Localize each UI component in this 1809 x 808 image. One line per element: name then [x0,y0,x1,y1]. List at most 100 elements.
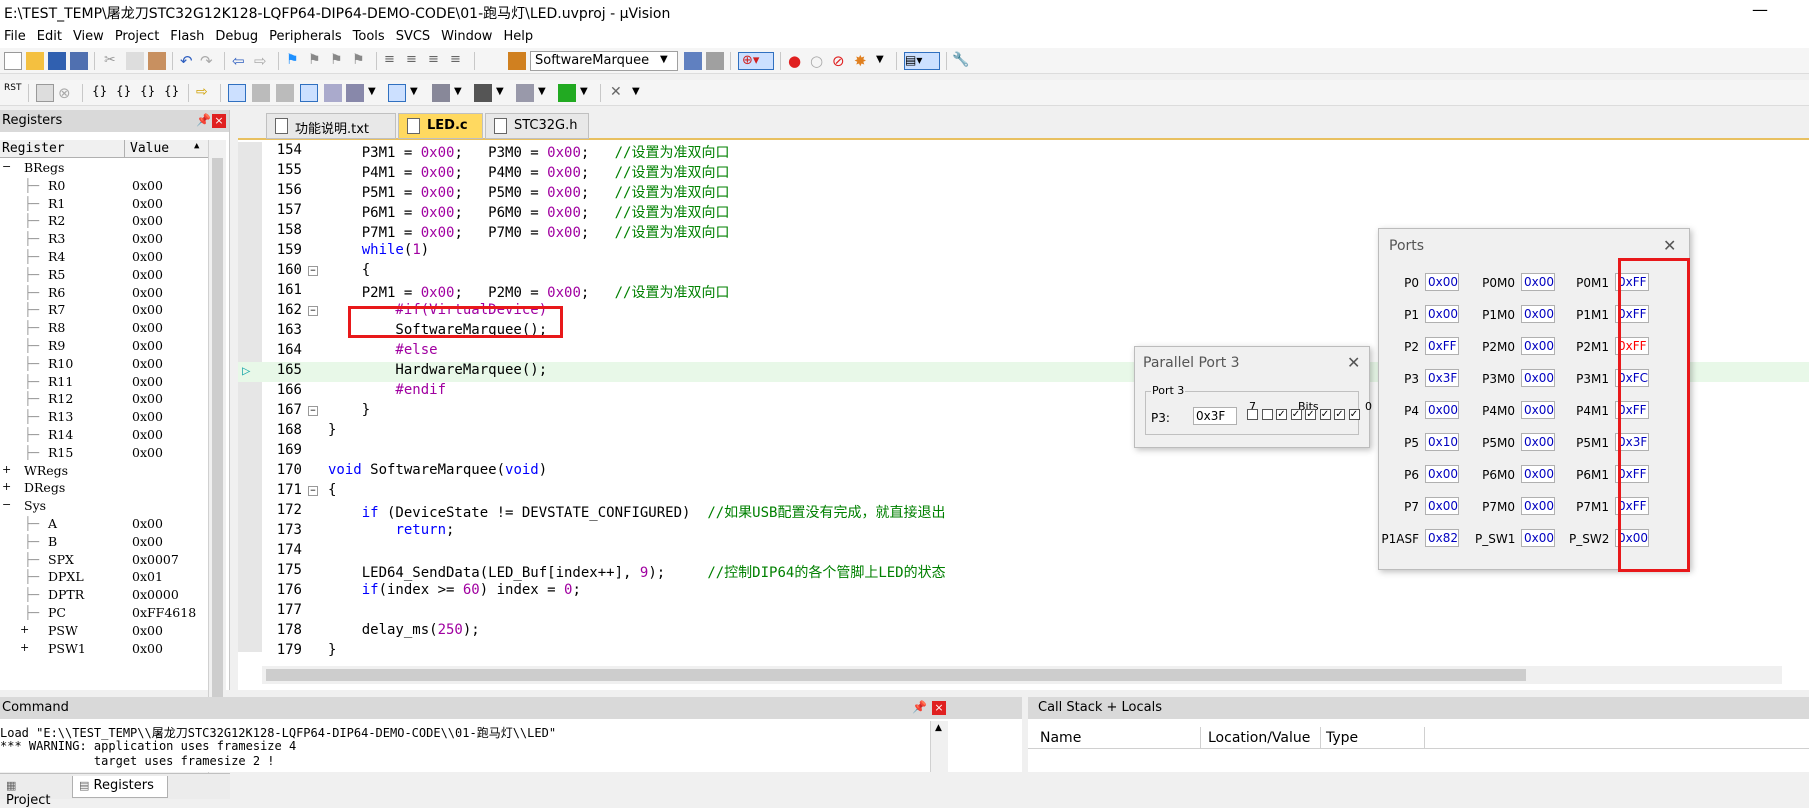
trace-window-icon[interactable] [516,84,534,102]
port-value-input[interactable]: 0x00 [1521,433,1555,451]
tab-project[interactable]: ▦ Project [0,776,70,808]
register-value[interactable]: 0x0007 [132,552,179,567]
target-select[interactable]: SoftwareMarquee [530,51,678,71]
register-row[interactable]: ├─ R0 0x00 [0,178,210,195]
register-value[interactable]: 0x01 [132,569,163,584]
expand-icon[interactable]: + [20,623,29,636]
open-folder-icon[interactable] [26,52,44,70]
p3-bit-4-checkbox[interactable]: ✓ [1290,409,1302,420]
menu-debug[interactable]: Debug [211,29,265,44]
register-value[interactable]: 0x00 [132,445,163,460]
chevron-down-icon[interactable]: ▼ [876,54,894,72]
register-row[interactable]: ├─ R6 0x00 [0,285,210,302]
window-layout-icon[interactable]: ▤▾ [904,52,940,70]
register-value[interactable]: 0x00 [132,623,163,638]
reset-icon[interactable]: RST [4,84,22,102]
save-icon[interactable] [48,52,66,70]
code-line[interactable]: 154 P3M1 = 0x00; P3M0 = 0x00; //设置为准双向口 [238,142,1809,162]
register-row[interactable]: ├─ R14 0x00 [0,427,210,444]
code-line[interactable]: 179} [238,642,1809,662]
register-value[interactable]: 0x00 [132,285,163,300]
menu-peripherals[interactable]: Peripherals [265,29,349,44]
cut-icon[interactable]: ✂ [104,52,122,70]
column-location-value[interactable]: Location/Value [1208,730,1310,746]
comment-icon[interactable]: ≡ [428,52,446,70]
command-window-icon[interactable] [228,84,246,102]
register-value[interactable]: 0x00 [132,516,163,531]
p3-bit-0-checkbox[interactable]: ✓ [1348,409,1360,420]
close-icon[interactable]: ✕ [1663,236,1676,255]
register-row[interactable]: ├─ R10 0x00 [0,356,210,373]
register-value[interactable]: 0x00 [132,302,163,317]
expand-icon[interactable]: + [20,641,29,654]
clear-bookmarks-icon[interactable]: ⚑ [352,52,370,70]
call-stack-window-icon[interactable] [324,84,342,102]
step-out-icon[interactable]: {} [140,84,158,102]
port-value-input[interactable]: 0x00 [1521,465,1555,483]
configure-wrench-icon[interactable]: 🔧 [952,52,970,70]
register-row[interactable]: ├─ DPTR 0x0000 [0,587,210,604]
menu-view[interactable]: View [69,29,111,44]
paste-icon[interactable] [148,52,166,70]
analysis-window-icon[interactable] [474,84,492,102]
system-viewer-icon[interactable] [558,84,576,102]
register-value[interactable]: 0x00 [132,196,163,211]
chevron-down-icon[interactable]: ▼ [454,86,472,104]
register-row[interactable]: + PSW1 0x00 [0,641,210,658]
register-value[interactable]: 0x00 [132,534,163,549]
port-value-input[interactable]: 0x3F [1425,369,1459,387]
menu-project[interactable]: Project [111,29,166,44]
register-value[interactable]: 0x00 [132,231,163,246]
chevron-down-icon[interactable]: ▼ [660,54,678,72]
register-row[interactable]: ├─ R8 0x00 [0,320,210,337]
register-row[interactable]: ├─ DPXL 0x01 [0,569,210,586]
register-row[interactable]: ├─ A 0x00 [0,516,210,533]
menu-window[interactable]: Window [437,29,499,44]
register-row[interactable]: ├─ R15 0x00 [0,445,210,462]
menu-flash[interactable]: Flash [166,29,211,44]
register-value[interactable]: 0x00 [132,409,163,424]
port-value-input[interactable]: 0x00 [1425,305,1459,323]
step-over-icon[interactable]: {} [116,84,134,102]
code-line[interactable]: 177 [238,602,1809,622]
chevron-down-icon[interactable]: ▼ [368,86,386,104]
register-row[interactable]: ├─ R1 0x00 [0,196,210,213]
menu-edit[interactable]: Edit [33,29,69,44]
step-into-icon[interactable]: {} [92,84,110,102]
register-value[interactable]: 0x00 [132,356,163,371]
pin-icon[interactable]: 📌 [912,700,927,714]
p3-bit-5-checkbox[interactable]: ✓ [1276,409,1287,420]
editor-hscrollbar[interactable] [262,666,1782,684]
port-value-input[interactable]: 0xFF [1425,337,1459,355]
register-value[interactable]: 0x00 [132,391,163,406]
port-value-input[interactable]: 0x00 [1521,529,1555,547]
menu-file[interactable]: File [0,29,33,44]
register-value[interactable]: 0x00 [132,267,163,282]
collapse-icon[interactable]: − [2,160,11,173]
register-row[interactable]: − BRegs [0,160,210,177]
watch-window-icon[interactable] [346,84,364,102]
copy-icon[interactable] [126,52,144,70]
tab-registers[interactable]: ▤ Registers [72,776,168,798]
register-value[interactable]: 0xFF4618 [132,605,196,620]
p3-bit-6-checkbox[interactable] [1261,409,1273,420]
register-row[interactable]: − Sys [0,498,210,515]
unindent-icon[interactable]: ≡ [406,52,424,70]
register-row[interactable]: ├─ R11 0x00 [0,374,210,391]
chevron-down-icon[interactable]: ▼ [538,86,556,104]
register-row[interactable]: + PSW 0x00 [0,623,210,640]
options-icon[interactable] [706,52,724,70]
symbols-window-icon[interactable] [276,84,294,102]
start-stop-debug-icon[interactable]: ⊕▾ [738,52,774,70]
register-value[interactable]: 0x00 [132,178,163,193]
port-value-input[interactable]: 0x00 [1425,273,1459,291]
register-value[interactable]: 0x00 [132,641,163,656]
menu-help[interactable]: Help [499,29,540,44]
memory-window-icon[interactable] [388,84,406,102]
menu-svcs[interactable]: SVCS [392,29,437,44]
prev-bookmark-icon[interactable]: ⚑ [308,52,326,70]
disable-breakpoints-icon[interactable]: ⊘ [832,52,850,70]
port-value-input[interactable]: 0x10 [1425,433,1459,451]
fold-toggle-icon[interactable]: − [308,306,318,316]
p3-bit-2-checkbox[interactable]: ✓ [1319,409,1331,420]
